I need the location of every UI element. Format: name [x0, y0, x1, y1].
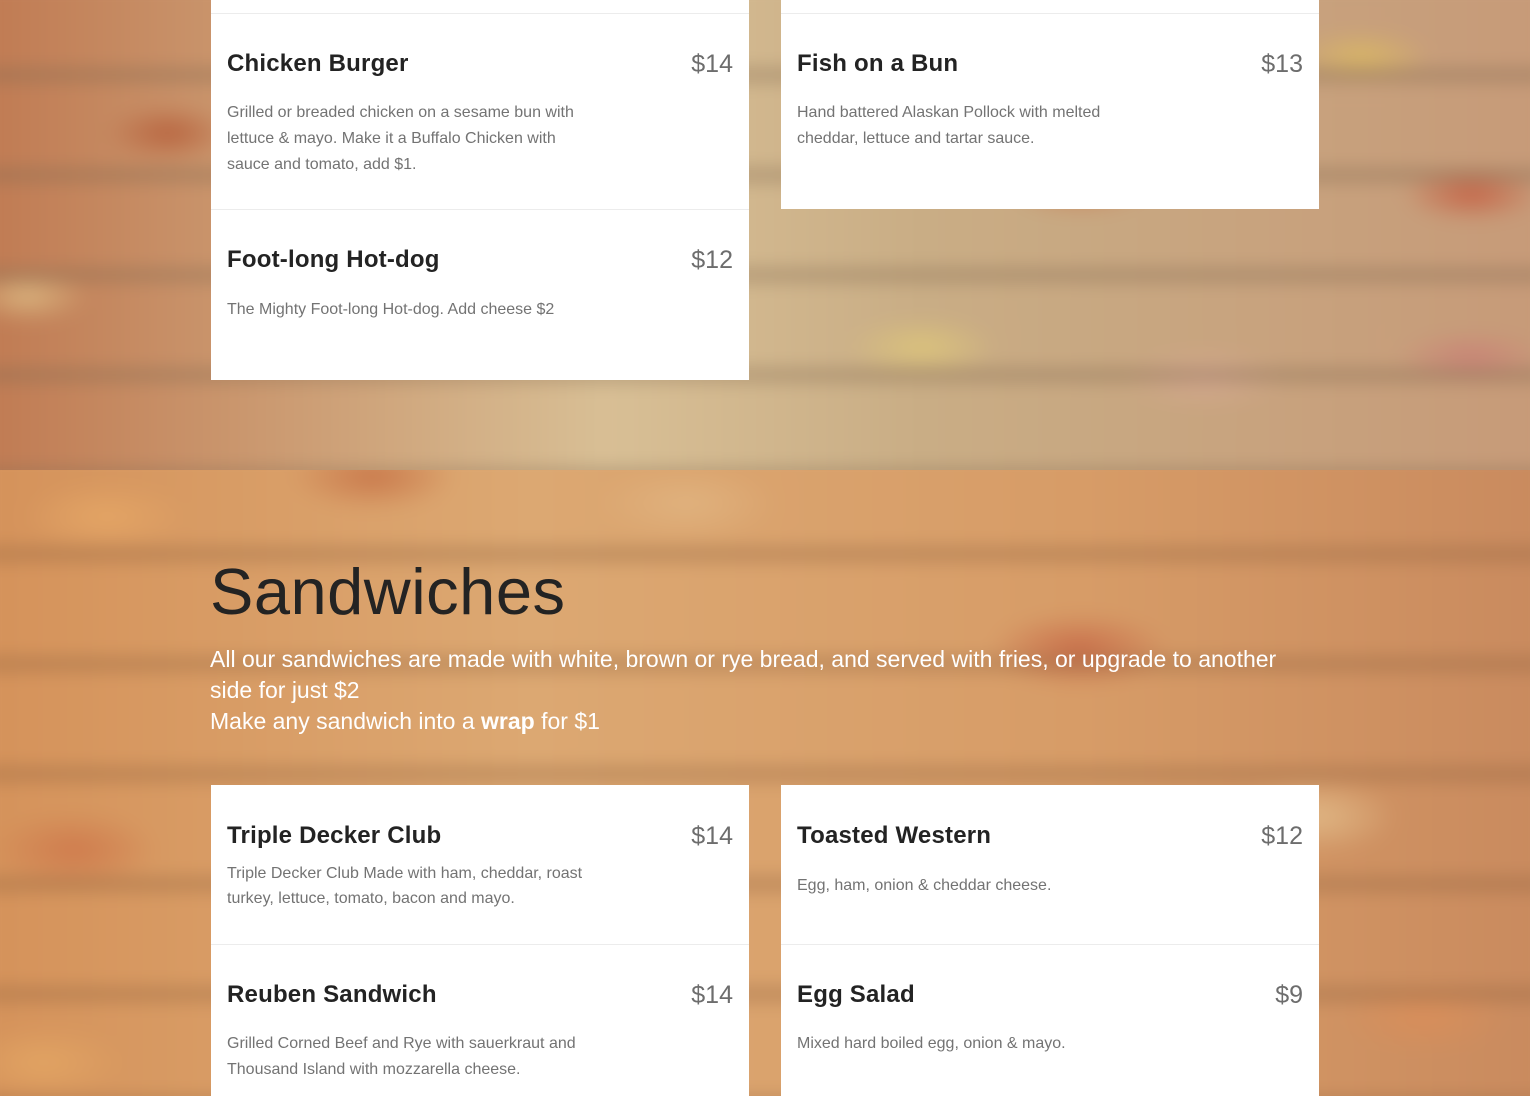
item-price: $9: [1275, 981, 1303, 1009]
menu-page: Chicken Burger $14 Grilled or breaded ch…: [0, 0, 1530, 1096]
item-price: $14: [691, 981, 733, 1009]
item-name: Toasted Western: [797, 822, 992, 849]
menu-item[interactable]: Triple Decker Club $14 Triple Decker Clu…: [211, 785, 749, 944]
menu-item[interactable]: Egg Salad $9 Mixed hard boiled egg, onio…: [781, 944, 1319, 1096]
menu-card-left: Chicken Burger $14 Grilled or breaded ch…: [211, 0, 749, 380]
item-price: $14: [691, 50, 733, 78]
sandwich-card-right: Toasted Western $12 Egg, ham, onion & ch…: [781, 785, 1319, 1096]
menu-item[interactable]: Reuben Sandwich $14 Grilled Corned Beef …: [211, 944, 749, 1096]
item-price: $12: [1261, 822, 1303, 850]
item-name: Reuben Sandwich: [227, 981, 437, 1008]
item-description: Egg, ham, onion & cheddar cheese.: [797, 877, 1052, 894]
menu-item[interactable]: Chicken Burger $14 Grilled or breaded ch…: [211, 13, 749, 209]
subtitle-text: Make any sandwich into a: [210, 708, 482, 734]
subtitle-line-2: Make any sandwich into a wrap for $1: [210, 706, 1290, 737]
item-name: Egg Salad: [797, 981, 915, 1008]
section-subtitle: All our sandwiches are made with white, …: [210, 644, 1290, 737]
item-name: Foot-long Hot-dog: [227, 246, 440, 273]
item-price: $14: [691, 822, 733, 850]
menu-item[interactable]: Toasted Western $12 Egg, ham, onion & ch…: [781, 785, 1319, 944]
section-title: Sandwiches: [210, 555, 566, 628]
item-price: $12: [691, 246, 733, 274]
item-description: Grilled Corned Beef and Rye with sauerkr…: [227, 1035, 576, 1078]
menu-item[interactable]: Foot-long Hot-dog $12 The Mighty Foot-lo…: [211, 209, 749, 380]
item-description: Grilled or breaded chicken on a sesame b…: [227, 104, 574, 173]
item-price: $13: [1261, 50, 1303, 78]
item-name: Chicken Burger: [227, 50, 409, 77]
wrap-emphasis: wrap: [481, 708, 535, 734]
item-name: Fish on a Bun: [797, 50, 959, 77]
item-description: Hand battered Alaskan Pollock with melte…: [797, 104, 1101, 147]
item-description: The Mighty Foot-long Hot-dog. Add cheese…: [227, 301, 555, 318]
subtitle-line-1: All our sandwiches are made with white, …: [210, 646, 1277, 703]
item-name: Triple Decker Club: [227, 822, 442, 849]
subtitle-text: for $1: [534, 708, 600, 734]
item-description: Mixed hard boiled egg, onion & mayo.: [797, 1035, 1066, 1052]
menu-card-right: Fish on a Bun $13 Hand battered Alaskan …: [781, 0, 1319, 209]
menu-item[interactable]: Fish on a Bun $13 Hand battered Alaskan …: [781, 13, 1319, 209]
item-description: Triple Decker Club Made with ham, chedda…: [227, 865, 583, 907]
sandwich-card-left: Triple Decker Club $14 Triple Decker Clu…: [211, 785, 749, 1096]
